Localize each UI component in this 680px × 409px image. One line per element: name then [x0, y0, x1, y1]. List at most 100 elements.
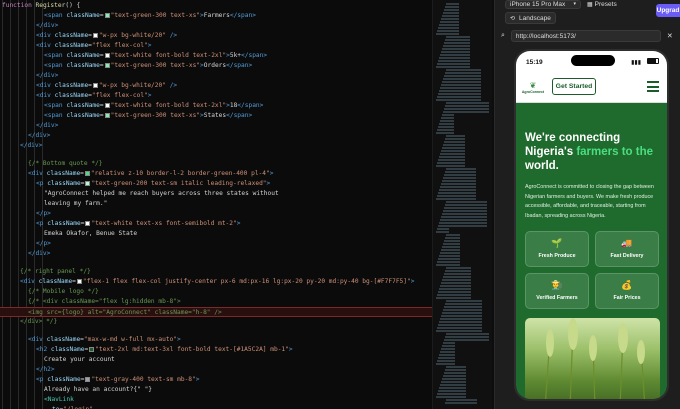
code-token: <p [36, 376, 48, 383]
code-line[interactable]: <div className="max-w-md w-full mx-auto"… [0, 335, 181, 345]
code-token: {/* right panel */} [20, 268, 91, 275]
code-token: /> [165, 82, 178, 89]
code-line[interactable]: <img src={logo} alt="AgroConnect" classN… [0, 307, 432, 317]
code-editor[interactable]: function Register() {<span className= "te… [0, 0, 432, 409]
color-swatch[interactable] [84, 170, 90, 176]
code-line[interactable]: Create your account [0, 355, 115, 365]
minimap-row [438, 291, 471, 293]
color-swatch[interactable] [104, 52, 110, 58]
minimap-row [438, 225, 487, 227]
minimap-row [440, 384, 466, 386]
code-line[interactable]: </div> [0, 131, 50, 141]
code-line[interactable]: </h2> [0, 365, 55, 375]
minimap-row [443, 78, 481, 80]
minimap-row [445, 39, 470, 41]
minimap-row [445, 303, 482, 305]
code-line[interactable]: <p className= "text-gray-400 text-sm mb-8… [0, 375, 200, 385]
code-token: = [99, 62, 104, 69]
code-line[interactable]: <div className= "w-px bg-white/20" /> [0, 81, 177, 91]
code-line[interactable]: <span className= "text-white font-bold te… [0, 51, 267, 61]
code-line[interactable]: {/* Bottom quote */} [0, 159, 103, 169]
get-started-button[interactable]: Get Started [552, 78, 596, 95]
clear-url-icon[interactable]: ✕ [667, 32, 673, 40]
code-line[interactable]: </div> */} [0, 317, 57, 327]
color-swatch[interactable] [104, 102, 110, 108]
code-line[interactable]: <span className= "text-green-300 text-xs"… [0, 11, 256, 21]
presets-button[interactable]: ▦ Presets [587, 1, 617, 8]
code-token: = [88, 82, 92, 89]
code-line[interactable]: <span className= "text-green-300 text-xs"… [0, 111, 252, 121]
code-line[interactable]: </div> [0, 121, 58, 131]
code-token: = [80, 376, 85, 383]
code-line[interactable]: </div> [0, 249, 50, 259]
code-line[interactable]: </div> [0, 141, 42, 151]
color-swatch[interactable] [92, 32, 98, 38]
code-line[interactable]: </div> [0, 71, 58, 81]
hamburger-menu-icon[interactable] [647, 81, 659, 92]
minimap-row [440, 186, 476, 188]
minimap-row [441, 315, 482, 317]
code-line[interactable]: </div> [0, 21, 58, 31]
code-token: </div> [36, 122, 59, 129]
color-swatch[interactable] [89, 346, 95, 352]
code-line[interactable]: <span className= "text-green-300 text-xs"… [0, 61, 252, 71]
minimap-row [439, 222, 487, 224]
minimap-row [439, 156, 465, 158]
code-line[interactable]: <div className="flex flex-col"> [0, 41, 152, 51]
code-line[interactable]: function Register() { [0, 1, 80, 11]
minimap-row [443, 276, 471, 278]
code-line[interactable]: leaving my farm." [0, 199, 107, 209]
code-token: > [195, 376, 200, 383]
status-time: 15:19 [526, 59, 543, 66]
minimap-row [441, 51, 470, 53]
color-swatch[interactable] [76, 278, 82, 284]
code-line[interactable]: <NavLink [0, 395, 74, 405]
code-token: function [2, 2, 36, 9]
minimap-row [442, 345, 455, 347]
color-swatch[interactable] [85, 180, 91, 186]
farmer-icon: 👨‍🌾 [551, 280, 563, 290]
search-icon[interactable]: ⌕ [501, 32, 505, 40]
code-line[interactable]: {/* Mobile logo */} [0, 287, 99, 297]
color-swatch[interactable] [104, 12, 110, 18]
url-input[interactable]: http://localhost:5173/ [510, 30, 661, 42]
site-logo[interactable]: ❦ AgroConnect [520, 79, 546, 97]
landscape-toggle[interactable]: ⟲ Landscape [505, 12, 556, 24]
code-line[interactable]: <span className= "text-white font-bold te… [0, 101, 263, 111]
code-line[interactable]: <div className= "w-px bg-white/20" /> [0, 31, 177, 41]
code-line[interactable]: <p className= "text-white text-xs font-se… [0, 219, 240, 229]
code-line[interactable]: "AgroConnect helped me reach buyers acro… [0, 189, 279, 199]
code-line[interactable]: <h2 className= "text-2xl md:text-3xl font… [0, 345, 293, 355]
color-swatch[interactable] [104, 62, 110, 68]
color-swatch[interactable] [92, 82, 98, 88]
hero-title-accent: farmers to the [576, 146, 653, 158]
code-line[interactable]: <p className= "text-green-200 text-sm ita… [0, 179, 270, 189]
code-line[interactable]: to="/login" [0, 405, 93, 409]
device-select[interactable]: iPhone 15 Pro Max ▾ [505, 0, 581, 9]
code-line[interactable]: {/* right panel */} [0, 267, 91, 277]
code-line[interactable]: </p> [0, 209, 51, 219]
code-line[interactable]: Emeka Okafor, Benue State [0, 229, 137, 239]
code-line[interactable]: Already have an account?{" "} [0, 385, 152, 395]
minimap-row [443, 309, 482, 311]
code-token: className [54, 32, 89, 39]
minimap[interactable] [432, 0, 492, 409]
color-swatch[interactable] [85, 220, 91, 226]
code-line[interactable]: </p> [0, 239, 51, 249]
color-swatch[interactable] [104, 112, 110, 118]
minimap-row [445, 138, 465, 140]
color-swatch[interactable] [85, 376, 91, 382]
code-token: > [410, 278, 415, 285]
code-token: className [50, 346, 85, 353]
code-line[interactable]: {/* <div className="flex lg:hidden mb-8"… [0, 297, 181, 307]
rotate-icon: ⟲ [510, 15, 516, 22]
code-line[interactable]: <div className="flex flex-col"> [0, 91, 152, 101]
code-token: > [266, 180, 271, 187]
minimap-row [441, 18, 459, 20]
code-line[interactable]: <div className= "relative z-10 border-l-2… [0, 169, 273, 179]
minimap-row [444, 306, 482, 308]
code-line[interactable]: <div className= "flex-1 flex flex-col jus… [0, 277, 414, 287]
minimap-row [436, 396, 466, 398]
minimap-row [439, 255, 460, 257]
minimap-row [442, 81, 481, 83]
